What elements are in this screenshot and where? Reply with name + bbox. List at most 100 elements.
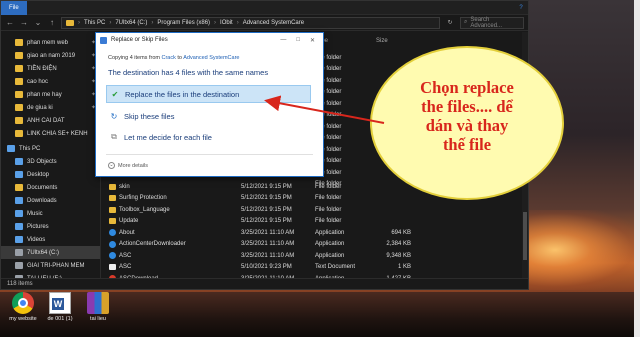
address-toolbar: ← → ⌄ ↑ › This PC › 7Ultx64 (C:) › Progr…: [1, 15, 528, 31]
breadcrumb-program-files[interactable]: Program Files (x86): [157, 20, 210, 26]
folder-icon: [109, 218, 116, 225]
screen-border: [634, 0, 640, 337]
nav-item[interactable]: Pictures: [1, 220, 100, 233]
computer-icon: [7, 145, 15, 152]
table-row[interactable]: Update 5/12/2021 9:15 PM File folder: [101, 216, 528, 228]
up-icon[interactable]: ↑: [47, 15, 57, 31]
file-tab[interactable]: File: [1, 0, 27, 15]
vertical-scrollbar[interactable]: [522, 32, 528, 278]
address-bar[interactable]: › This PC › 7Ultx64 (C:) › Program Files…: [61, 16, 440, 29]
dialog-heading: The destination has 4 files with the sam…: [108, 68, 269, 77]
music-icon: [15, 210, 23, 217]
more-details-toggle[interactable]: ⌄ More details: [108, 162, 148, 169]
check-icon: ✔: [111, 89, 119, 99]
decide-each-file-button[interactable]: ⧉ Let me decide for each file: [106, 128, 311, 146]
copy-summary: Copying 4 items from Crack to Advanced S…: [108, 55, 240, 61]
app-icon: [109, 240, 116, 248]
skip-icon: ↻: [110, 111, 118, 121]
word-doc-icon: [49, 292, 71, 314]
recent-dropdown-icon[interactable]: ⌄: [33, 15, 43, 31]
app-icon: [109, 252, 116, 260]
nav-item[interactable]: Desktop: [1, 168, 100, 181]
help-icon[interactable]: ?: [514, 5, 528, 11]
source-folder-link[interactable]: Crack: [162, 55, 176, 61]
nav-item[interactable]: cao hoc ✦: [1, 75, 100, 88]
folder-icon: [15, 130, 23, 137]
drive-icon: [15, 249, 23, 256]
back-icon[interactable]: ←: [5, 15, 15, 31]
table-row[interactable]: Toolbox_Language 5/12/2021 9:15 PM File …: [101, 204, 528, 216]
chevron-down-icon: ⌄: [108, 162, 115, 169]
close-icon[interactable]: ✕: [310, 37, 315, 44]
nav-item[interactable]: 7Ultx64 (C:): [1, 246, 100, 259]
desktop-shortcut-tai-lieu[interactable]: tai lieu: [75, 292, 121, 322]
desktop-icon: [15, 171, 23, 178]
breadcrumb-drive[interactable]: 7Ultx64 (C:): [115, 20, 147, 26]
callout-text: Chọn replace the files.... dể dán và tha…: [420, 78, 514, 154]
dialog-title: Replace or Skip Files: [111, 37, 168, 43]
dialog-titlebar: Replace or Skip Files — □ ✕: [96, 33, 323, 47]
maximize-icon[interactable]: □: [296, 37, 300, 44]
column-size[interactable]: Size: [376, 38, 388, 44]
nav-item[interactable]: Documents: [1, 181, 100, 194]
nav-item[interactable]: ANH CAI DAT: [1, 114, 100, 127]
breadcrumb-advanced-systemcare[interactable]: Advanced SystemCare: [243, 20, 304, 26]
nav-item[interactable]: LINK CHIA SE+ KENH: [1, 127, 100, 140]
drive-icon: [15, 262, 23, 269]
destination-folder-link[interactable]: Advanced SystemCare: [183, 55, 239, 61]
nav-item[interactable]: phan me hay ✦: [1, 88, 100, 101]
app-icon: [109, 229, 116, 237]
folder-icon: [15, 91, 23, 98]
nav-item[interactable]: de giua ki ✦: [1, 101, 100, 114]
search-icon: ⌕: [464, 19, 468, 25]
nav-item[interactable]: phan mem web ✦: [1, 36, 100, 49]
table-row[interactable]: skin 5/12/2021 9:15 PM File folder: [101, 181, 528, 193]
table-row[interactable]: ASC 5/10/2021 9:23 PM Text Document 1 KB: [101, 262, 528, 274]
breadcrumb-this-pc[interactable]: This PC: [84, 20, 105, 26]
table-row[interactable]: ASC 3/25/2021 11:10 AM Application 9,348…: [101, 250, 528, 262]
text-document-icon: [109, 264, 116, 271]
folder-icon: [15, 104, 23, 111]
search-input[interactable]: ⌕ Search Advanced...: [460, 16, 524, 29]
table-row[interactable]: ActionCenterDownloader 3/25/2021 11:10 A…: [101, 239, 528, 251]
scrollbar-thumb[interactable]: [523, 212, 527, 260]
folder-icon: [15, 52, 23, 59]
replace-or-skip-dialog: Replace or Skip Files — □ ✕ Copying 4 it…: [95, 32, 324, 177]
downloads-icon: [15, 197, 23, 204]
nav-item[interactable]: GIAI TRI-PHAN MEM: [1, 259, 100, 272]
folder-icon: [109, 183, 116, 190]
nav-item[interactable]: Music: [1, 207, 100, 220]
replace-files-button[interactable]: ✔ Replace the files in the destination: [106, 85, 311, 103]
nav-item[interactable]: 3D Objects: [1, 155, 100, 168]
nav-item[interactable]: TIỀN ĐIỆN ✦: [1, 62, 100, 75]
refresh-icon[interactable]: ↻: [444, 19, 456, 26]
nav-item[interactable]: Videos: [1, 233, 100, 246]
videos-icon: [15, 236, 23, 243]
folder-icon: [15, 78, 23, 85]
forward-icon[interactable]: →: [19, 15, 29, 31]
nav-this-pc[interactable]: This PC: [1, 142, 100, 155]
table-row[interactable]: About 3/25/2021 11:10 AM Application 694…: [101, 227, 528, 239]
nav-item[interactable]: giao an nam 2019 ✦: [1, 49, 100, 62]
minimize-icon[interactable]: —: [280, 37, 286, 44]
folder-icon: [109, 206, 116, 213]
nav-item[interactable]: Downloads: [1, 194, 100, 207]
divider: [106, 154, 313, 155]
folder-icon: [66, 19, 74, 26]
skip-files-button[interactable]: ↻ Skip these files: [106, 107, 311, 125]
winrar-icon: [87, 292, 109, 314]
table-row[interactable]: Surfing Protection 5/12/2021 9:15 PM Fil…: [101, 193, 528, 205]
navigation-pane: phan mem web ✦ giao an nam 2019 ✦ TIỀN ĐIỆ…: [1, 32, 101, 282]
ribbon: File ?: [1, 0, 528, 15]
3d-objects-icon: [15, 158, 23, 165]
chrome-icon: [12, 292, 34, 314]
copy-icon: [100, 36, 107, 44]
documents-icon: [15, 184, 23, 191]
pictures-icon: [15, 223, 23, 230]
decide-icon: ⧉: [111, 132, 117, 141]
folder-icon: [15, 39, 23, 46]
folder-icon: [15, 65, 23, 72]
status-bar: 118 items: [1, 278, 528, 289]
breadcrumb-iobit[interactable]: IObit: [220, 20, 233, 26]
folder-icon: [15, 117, 23, 124]
